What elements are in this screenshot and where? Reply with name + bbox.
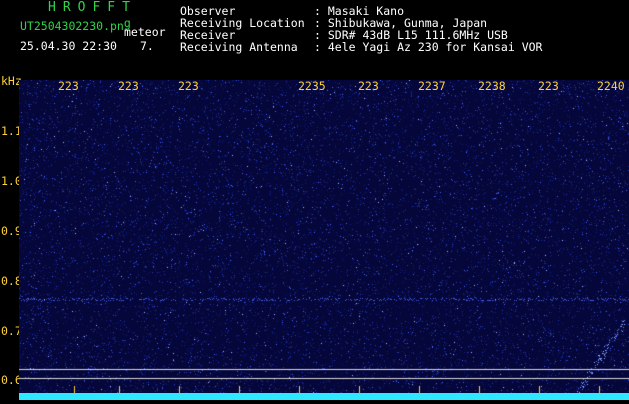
antenna-label: Receiving Antenna [180,40,298,54]
spectrogram [19,80,629,400]
time-label: 2238 [478,79,506,93]
date-time: 25.04.30 22:30 [20,39,117,53]
time-label: 223 [58,79,79,93]
header: HROFFT UT2504302230.png meteor 25.04.30 … [0,0,629,76]
time-label: 223 [118,79,139,93]
app-title: HROFFT [48,0,137,15]
baseline-bar [19,393,629,400]
count-value: 7. [140,39,154,53]
mode-label: meteor [124,25,166,39]
time-label: 223 [178,79,199,93]
spectrogram-canvas [19,80,629,400]
time-label: 2235 [298,79,326,93]
filename: UT2504302230.png [20,17,131,33]
filename-main: UT2504302230.pn [20,19,124,33]
time-label: 2237 [418,79,446,93]
antenna-value: : 4ele Yagi Az 230 for Kansai VOR [314,40,543,54]
time-label: 223 [538,79,559,93]
time-label: 2240 [597,79,625,93]
time-label: 223 [358,79,379,93]
